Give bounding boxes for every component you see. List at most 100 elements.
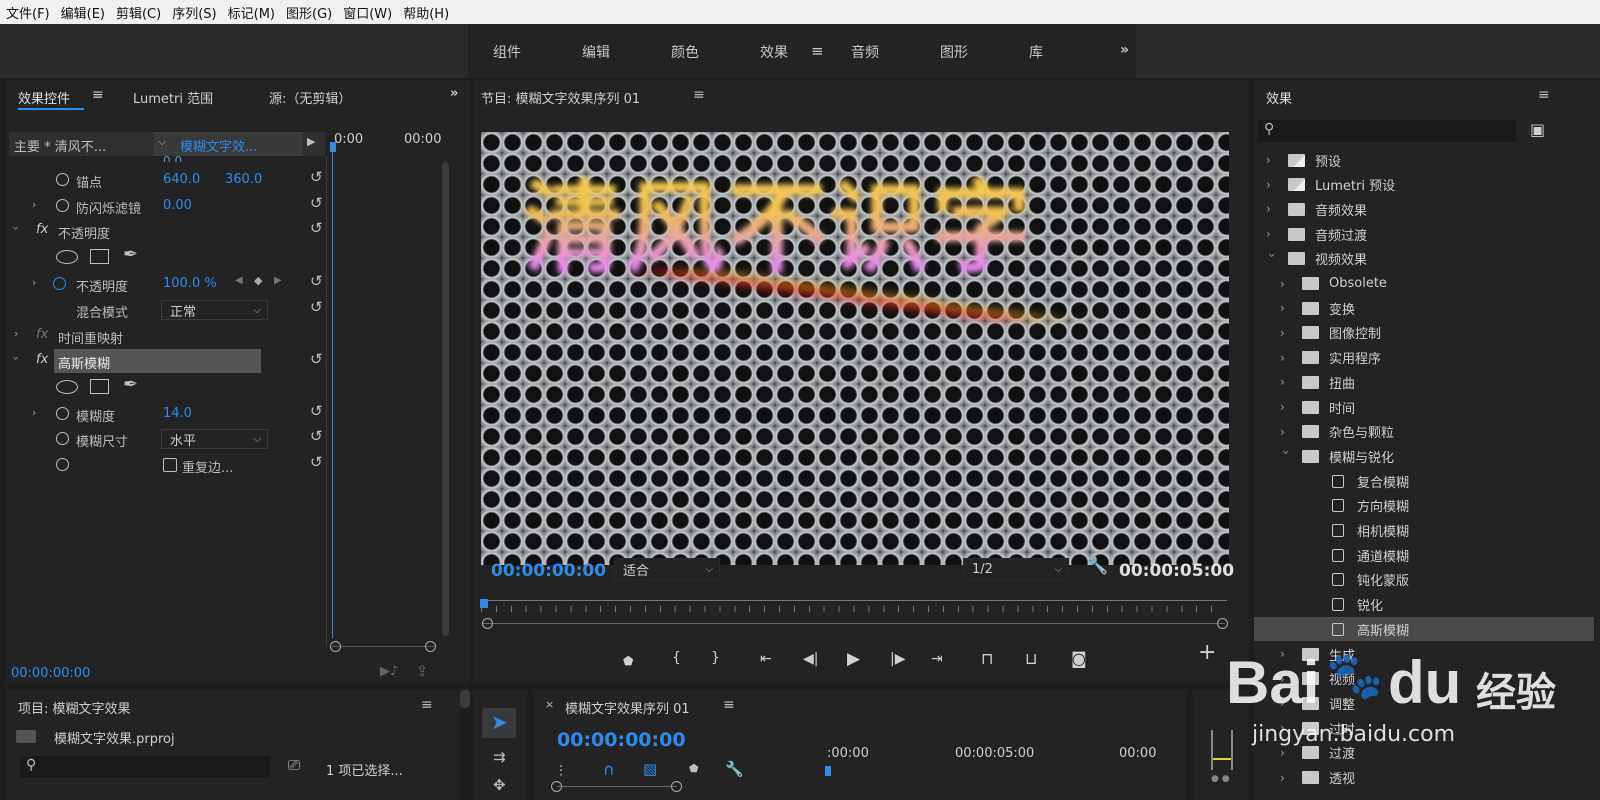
expand-arrow-icon[interactable]: › [1280,400,1292,414]
reset-icon[interactable]: ↺ [310,350,323,368]
zoom-level-dropdown[interactable]: 适合 ⌵ [614,558,720,580]
ellipse-mask-icon[interactable] [56,250,78,264]
zoom-handle-right[interactable] [671,781,682,792]
effects-tree-item[interactable]: › 音频过渡 [1254,222,1594,246]
stopwatch-icon[interactable] [56,407,69,420]
panel-menu-icon[interactable]: ≡ [92,87,104,103]
reset-icon[interactable]: ↺ [310,272,323,290]
collapse-arrow-icon[interactable]: › [1265,253,1279,265]
effects-tree-item[interactable]: › 预设 [1254,148,1594,172]
collapse-arrow-icon[interactable]: › [10,356,23,360]
tab-source[interactable]: 源:（无剪辑） [269,88,351,107]
export-frame-icon[interactable]: ⇪ [416,662,429,680]
pen-mask-icon[interactable]: ✒ [123,374,138,395]
next-keyframe-icon[interactable]: ▶ [274,275,282,286]
blend-mode-dropdown[interactable]: 正常 ⌵ [161,300,268,320]
timeline-zoom-bar[interactable] [557,786,677,787]
panel-menu-icon[interactable]: ≡ [421,697,433,713]
anchor-x-value[interactable]: 640.0 [163,172,200,187]
tab-lumetri-scopes[interactable]: Lumetri 范围 [133,88,213,107]
stopwatch-active-icon[interactable] [53,277,66,290]
add-keyframe-icon[interactable]: ◆ [254,274,262,287]
project-file-name[interactable]: 模糊文字效果.prproj [54,728,175,747]
snap-magnet-icon[interactable]: ∩ [603,760,615,779]
effects-search-input[interactable] [1258,120,1516,142]
play-icon[interactable]: ▶ [847,649,860,669]
effects-tree-item[interactable]: › 变换 [1254,296,1594,320]
anchor-y-value[interactable]: 360.0 [225,172,262,187]
effects-tree-item[interactable]: 锐化 [1254,593,1594,617]
expand-arrow-icon[interactable]: › [32,406,36,419]
reset-icon[interactable]: ↺ [310,453,323,471]
effects-tree-item[interactable]: › 时间 [1254,395,1594,419]
repeat-edge-checkbox[interactable] [163,458,177,472]
expand-arrow-icon[interactable]: › [32,198,36,211]
zoom-scroll-bar[interactable] [483,623,1225,624]
pen-mask-icon[interactable]: ✒ [123,244,138,265]
rectangle-mask-icon[interactable] [90,379,109,394]
play-clip-icon[interactable]: ▶ [307,135,315,148]
zoom-handle-left[interactable] [551,781,562,792]
expand-arrow-icon[interactable]: › [1280,301,1292,315]
timeline-sequence-title[interactable]: 模糊文字效果序列 01 [565,698,690,717]
camera-export-frame-icon[interactable]: ◙ [1071,649,1087,668]
add-marker-icon[interactable]: ⬟ [623,654,633,668]
mark-in-icon[interactable]: { [672,650,681,666]
workspace-tab-editing[interactable]: 编辑 [582,42,610,62]
reset-icon[interactable]: ↺ [310,219,323,237]
extract-icon[interactable]: ⊔ [1025,649,1037,668]
expand-arrow-icon[interactable]: › [14,327,18,340]
fx-icon[interactable]: fx [36,327,48,342]
video-frame[interactable]: 清风不识字 [481,132,1229,565]
effects-tree-item[interactable]: › 扭曲 [1254,370,1594,394]
workspace-tab-graphics[interactable]: 图形 [940,42,968,62]
stopwatch-icon[interactable] [56,199,69,212]
zoom-handle-right[interactable] [1217,618,1228,629]
effects-tree-item[interactable]: › 模糊与锐化 [1254,444,1594,468]
effects-tree-item[interactable]: › 透视 [1254,766,1594,790]
reset-icon[interactable]: ↺ [310,168,323,186]
step-forward-icon[interactable]: |▶ [890,651,905,667]
workspace-tab-color[interactable]: 颜色 [671,42,699,62]
effects-tree-item[interactable]: › Lumetri 预设 [1254,173,1594,197]
stopwatch-icon[interactable] [56,173,69,186]
effects-panel-title[interactable]: 效果 [1266,88,1292,107]
ripple-edit-tool-icon[interactable]: ✥ [493,776,506,794]
expand-arrow-icon[interactable]: › [1266,202,1278,216]
menu-file[interactable]: 文件(F) [6,3,50,22]
effects-tree-item[interactable]: 通道模糊 [1254,543,1594,567]
effects-tree-item[interactable]: 复合模糊 [1254,469,1594,493]
effects-tree-item[interactable]: › 视频效果 [1254,247,1594,271]
vertical-scrollbar[interactable] [442,162,449,636]
nest-toggle-icon[interactable]: ⫶ [559,762,563,780]
ellipse-mask-icon[interactable] [56,380,78,394]
program-current-timecode[interactable]: 00:00:00:00 [491,561,606,581]
workspace-tab-audio[interactable]: 音频 [851,42,879,62]
close-icon[interactable]: × [545,698,554,711]
workspace-tab-libraries[interactable]: 库 [1029,42,1043,62]
effects-tree-item[interactable]: › 实用程序 [1254,346,1594,370]
add-marker-icon[interactable]: ⬟ [689,762,699,775]
wrench-settings-icon[interactable]: 🔧 [1087,556,1108,576]
go-to-in-icon[interactable]: ⇤ [760,651,772,667]
workspace-tab-effects[interactable]: 效果 [760,42,788,62]
expand-arrow-icon[interactable]: › [1266,227,1278,241]
filter-bin-icon[interactable]: ⎚ [288,756,300,774]
expand-arrow-icon[interactable]: › [32,276,36,289]
menu-window[interactable]: 窗口(W) [343,3,392,22]
collapse-arrow-icon[interactable]: › [10,226,23,230]
workspace-menu-icon[interactable]: ≡ [811,42,824,60]
tab-effect-controls[interactable]: 效果控件 [18,88,70,107]
panel-overflow-icon[interactable]: » [450,86,458,101]
blurriness-value[interactable]: 14.0 [163,406,192,421]
zoom-handle-left[interactable] [482,618,493,629]
lift-icon[interactable]: ⊓ [981,649,993,668]
track-select-tool-icon[interactable]: ⇉ [493,748,506,766]
expand-arrow-icon[interactable]: › [1280,326,1292,340]
effects-tree-item[interactable]: 高斯模糊 [1254,617,1594,642]
new-bin-icon[interactable]: ▣ [1530,120,1545,139]
fx-icon[interactable]: fx [36,352,48,367]
zoom-handle-left[interactable] [330,641,341,652]
solo-buttons-icon[interactable]: ● ● [1211,774,1230,784]
expand-arrow-icon[interactable]: › [1280,771,1292,785]
